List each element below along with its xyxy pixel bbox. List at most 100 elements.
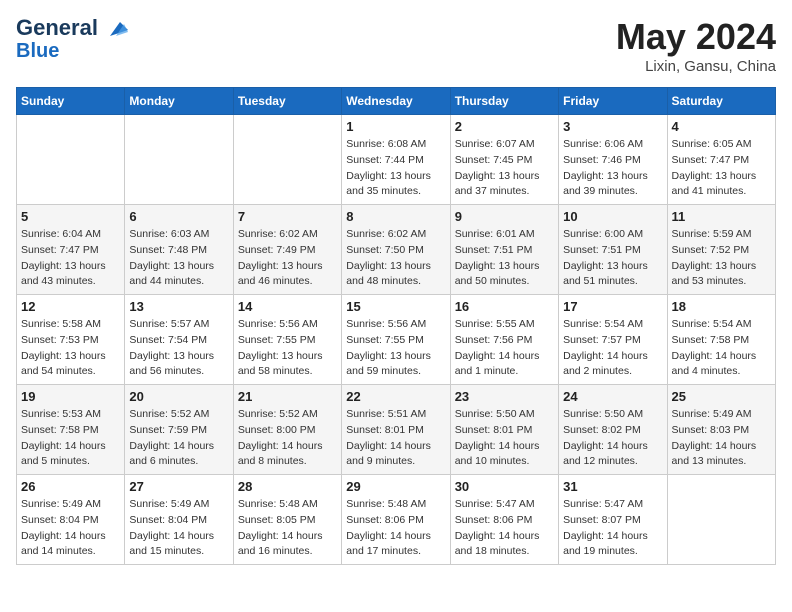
calendar-header-row: SundayMondayTuesdayWednesdayThursdayFrid…	[17, 88, 776, 115]
calendar-cell: 23Sunrise: 5:50 AM Sunset: 8:01 PM Dayli…	[450, 385, 558, 475]
day-info: Sunrise: 6:05 AM Sunset: 7:47 PM Dayligh…	[672, 137, 771, 200]
day-info: Sunrise: 6:01 AM Sunset: 7:51 PM Dayligh…	[455, 227, 554, 290]
day-number: 24	[563, 389, 662, 404]
day-number: 9	[455, 209, 554, 224]
day-info: Sunrise: 5:56 AM Sunset: 7:55 PM Dayligh…	[238, 317, 337, 380]
day-number: 10	[563, 209, 662, 224]
calendar-cell: 14 Sunrise: 5:56 AM Sunset: 7:55 PM Dayli…	[233, 295, 341, 385]
calendar-cell	[667, 475, 775, 565]
day-info: Sunrise: 6:07 AM Sunset: 7:45 PM Dayligh…	[455, 137, 554, 200]
calendar-cell: 18Sunrise: 5:54 AM Sunset: 7:58 PM Dayli…	[667, 295, 775, 385]
day-info: Sunrise: 6:02 AM Sunset: 7:49 PM Dayligh…	[238, 227, 337, 290]
calendar-cell: 28 Sunrise: 5:48 AM Sunset: 8:05 PM Dayli…	[233, 475, 341, 565]
calendar-cell: 16 Sunrise: 5:55 AM Sunset: 7:56 PM Dayli…	[450, 295, 558, 385]
day-info: Sunrise: 6:06 AM Sunset: 7:46 PM Dayligh…	[563, 137, 662, 200]
calendar-cell: 27Sunrise: 5:49 AM Sunset: 8:04 PM Dayli…	[125, 475, 233, 565]
calendar-cell: 8 Sunrise: 6:02 AM Sunset: 7:50 PM Daylig…	[342, 205, 450, 295]
day-number: 21	[238, 389, 337, 404]
calendar-cell: 22Sunrise: 5:51 AM Sunset: 8:01 PM Dayli…	[342, 385, 450, 475]
day-number: 26	[21, 479, 120, 494]
logo-icon	[106, 20, 128, 38]
day-info: Sunrise: 5:48 AM Sunset: 8:06 PM Dayligh…	[346, 497, 445, 560]
day-info: Sunrise: 5:55 AM Sunset: 7:56 PM Dayligh…	[455, 317, 554, 380]
title-area: May 2024 Lixin, Gansu, China	[616, 16, 776, 75]
day-number: 5	[21, 209, 120, 224]
day-number: 15	[346, 299, 445, 314]
calendar-cell	[125, 115, 233, 205]
logo-text: General	[16, 16, 128, 40]
day-number: 3	[563, 119, 662, 134]
calendar-week-row: 12 Sunrise: 5:58 AM Sunset: 7:53 PM Dayli…	[17, 295, 776, 385]
day-number: 16	[455, 299, 554, 314]
day-info: Sunrise: 5:52 AM Sunset: 7:59 PM Dayligh…	[129, 407, 228, 470]
weekday-header: Saturday	[667, 88, 775, 115]
calendar-cell	[233, 115, 341, 205]
calendar-cell	[17, 115, 125, 205]
day-info: Sunrise: 5:50 AM Sunset: 8:01 PM Dayligh…	[455, 407, 554, 470]
day-info: Sunrise: 6:02 AM Sunset: 7:50 PM Dayligh…	[346, 227, 445, 290]
day-number: 6	[129, 209, 228, 224]
day-number: 31	[563, 479, 662, 494]
day-number: 25	[672, 389, 771, 404]
day-number: 30	[455, 479, 554, 494]
day-number: 11	[672, 209, 771, 224]
calendar-cell: 5 Sunrise: 6:04 AM Sunset: 7:47 PM Daylig…	[17, 205, 125, 295]
calendar-cell: 26 Sunrise: 5:49 AM Sunset: 8:04 PM Dayli…	[17, 475, 125, 565]
day-number: 19	[21, 389, 120, 404]
day-number: 4	[672, 119, 771, 134]
weekday-header: Friday	[559, 88, 667, 115]
day-info: Sunrise: 6:00 AM Sunset: 7:51 PM Dayligh…	[563, 227, 662, 290]
calendar-cell: 12 Sunrise: 5:58 AM Sunset: 7:53 PM Dayli…	[17, 295, 125, 385]
day-number: 17	[563, 299, 662, 314]
day-info: Sunrise: 6:04 AM Sunset: 7:47 PM Dayligh…	[21, 227, 120, 290]
day-info: Sunrise: 5:54 AM Sunset: 7:57 PM Dayligh…	[563, 317, 662, 380]
calendar-cell: 1 Sunrise: 6:08 AM Sunset: 7:44 PM Daylig…	[342, 115, 450, 205]
day-number: 28	[238, 479, 337, 494]
day-info: Sunrise: 5:49 AM Sunset: 8:04 PM Dayligh…	[21, 497, 120, 560]
calendar-cell: 24 Sunrise: 5:50 AM Sunset: 8:02 PM Dayli…	[559, 385, 667, 475]
day-info: Sunrise: 5:50 AM Sunset: 8:02 PM Dayligh…	[563, 407, 662, 470]
calendar-cell: 21 Sunrise: 5:52 AM Sunset: 8:00 PM Dayli…	[233, 385, 341, 475]
weekday-header: Wednesday	[342, 88, 450, 115]
calendar-cell: 10 Sunrise: 6:00 AM Sunset: 7:51 PM Dayli…	[559, 205, 667, 295]
day-info: Sunrise: 5:54 AM Sunset: 7:58 PM Dayligh…	[672, 317, 771, 380]
weekday-header: Monday	[125, 88, 233, 115]
weekday-header: Tuesday	[233, 88, 341, 115]
day-number: 22	[346, 389, 445, 404]
day-info: Sunrise: 5:48 AM Sunset: 8:05 PM Dayligh…	[238, 497, 337, 560]
calendar-cell: 30 Sunrise: 5:47 AM Sunset: 8:06 PM Dayli…	[450, 475, 558, 565]
calendar-cell: 2 Sunrise: 6:07 AM Sunset: 7:45 PM Daylig…	[450, 115, 558, 205]
day-info: Sunrise: 5:49 AM Sunset: 8:03 PM Dayligh…	[672, 407, 771, 470]
day-number: 2	[455, 119, 554, 134]
calendar-cell: 13Sunrise: 5:57 AM Sunset: 7:54 PM Dayli…	[125, 295, 233, 385]
calendar-cell: 15 Sunrise: 5:56 AM Sunset: 7:55 PM Dayli…	[342, 295, 450, 385]
calendar-cell: 17 Sunrise: 5:54 AM Sunset: 7:57 PM Dayli…	[559, 295, 667, 385]
weekday-header: Sunday	[17, 88, 125, 115]
day-number: 20	[129, 389, 228, 404]
calendar-cell: 31 Sunrise: 5:47 AM Sunset: 8:07 PM Dayli…	[559, 475, 667, 565]
calendar-cell: 6Sunrise: 6:03 AM Sunset: 7:48 PM Daylig…	[125, 205, 233, 295]
calendar-week-row: 26 Sunrise: 5:49 AM Sunset: 8:04 PM Dayli…	[17, 475, 776, 565]
day-number: 8	[346, 209, 445, 224]
calendar-cell: 19Sunrise: 5:53 AM Sunset: 7:58 PM Dayli…	[17, 385, 125, 475]
day-info: Sunrise: 5:47 AM Sunset: 8:07 PM Dayligh…	[563, 497, 662, 560]
month-title: May 2024	[616, 16, 776, 58]
day-info: Sunrise: 6:08 AM Sunset: 7:44 PM Dayligh…	[346, 137, 445, 200]
logo: General Blue	[16, 16, 128, 62]
day-number: 13	[129, 299, 228, 314]
day-number: 29	[346, 479, 445, 494]
day-number: 12	[21, 299, 120, 314]
day-info: Sunrise: 5:56 AM Sunset: 7:55 PM Dayligh…	[346, 317, 445, 380]
day-info: Sunrise: 5:58 AM Sunset: 7:53 PM Dayligh…	[21, 317, 120, 380]
day-info: Sunrise: 5:47 AM Sunset: 8:06 PM Dayligh…	[455, 497, 554, 560]
day-info: Sunrise: 5:59 AM Sunset: 7:52 PM Dayligh…	[672, 227, 771, 290]
day-number: 14	[238, 299, 337, 314]
calendar-cell: 9 Sunrise: 6:01 AM Sunset: 7:51 PM Daylig…	[450, 205, 558, 295]
day-number: 27	[129, 479, 228, 494]
day-info: Sunrise: 5:52 AM Sunset: 8:00 PM Dayligh…	[238, 407, 337, 470]
day-number: 7	[238, 209, 337, 224]
calendar-week-row: 19Sunrise: 5:53 AM Sunset: 7:58 PM Dayli…	[17, 385, 776, 475]
day-number: 1	[346, 119, 445, 134]
page-header: General Blue May 2024 Lixin, Gansu, Chin…	[16, 16, 776, 75]
calendar-cell: 11 Sunrise: 5:59 AM Sunset: 7:52 PM Dayli…	[667, 205, 775, 295]
